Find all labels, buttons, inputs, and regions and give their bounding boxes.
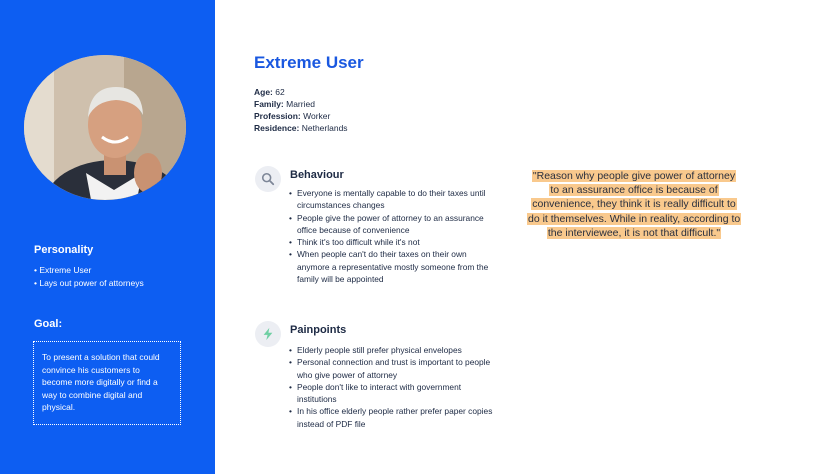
sidebar: Personality • Extreme User • Lays out po… <box>0 0 215 474</box>
behaviour-list: • Everyone is mentally capable to do thei… <box>289 187 494 285</box>
persona-photo <box>24 55 186 200</box>
list-item: • When people can't do their taxes on the… <box>289 249 489 285</box>
personality-list: • Extreme User • Lays out power of attor… <box>34 264 144 290</box>
painpoints-title: Painpoints <box>290 324 347 336</box>
interview-quote: "Reason why people give power of attorne… <box>527 169 742 240</box>
quote-text: "Reason why people give power of attorne… <box>527 170 742 239</box>
list-item: • Personal connection and trust is import… <box>289 357 491 380</box>
lightning-icon <box>255 321 281 347</box>
fact-family: Family: Married <box>254 99 315 109</box>
list-item: • People give the power of attorney to an… <box>289 212 484 235</box>
painpoints-list: • Elderly people still prefer physical en… <box>289 344 494 430</box>
fact-residence: Residence: Netherlands <box>254 123 348 133</box>
page-title: Extreme User <box>254 53 364 72</box>
goal-box: To present a solution that could convinc… <box>33 341 181 425</box>
list-item: • Think it's too difficult while it's not <box>289 237 420 248</box>
goal-title: Goal: <box>34 318 63 330</box>
personality-title: Personality <box>34 244 94 256</box>
list-item: • Everyone is mentally capable to do thei… <box>289 188 486 211</box>
list-item: • Extreme User <box>34 265 92 275</box>
search-icon <box>255 166 281 192</box>
behaviour-title: Behaviour <box>290 169 344 181</box>
fact-profession: Profession: Worker <box>254 111 331 121</box>
fact-age: Age: 62 <box>254 87 285 97</box>
list-item: • Lays out power of attorneys <box>34 278 144 288</box>
list-item: • People don't like to interact with gove… <box>289 381 462 405</box>
list-item: • In his office elderly people rather pre… <box>289 406 493 429</box>
list-item: • Elderly people still prefer physical en… <box>289 345 462 355</box>
persona-facts: Age: 62 Family: Married Profession: Work… <box>254 86 348 134</box>
